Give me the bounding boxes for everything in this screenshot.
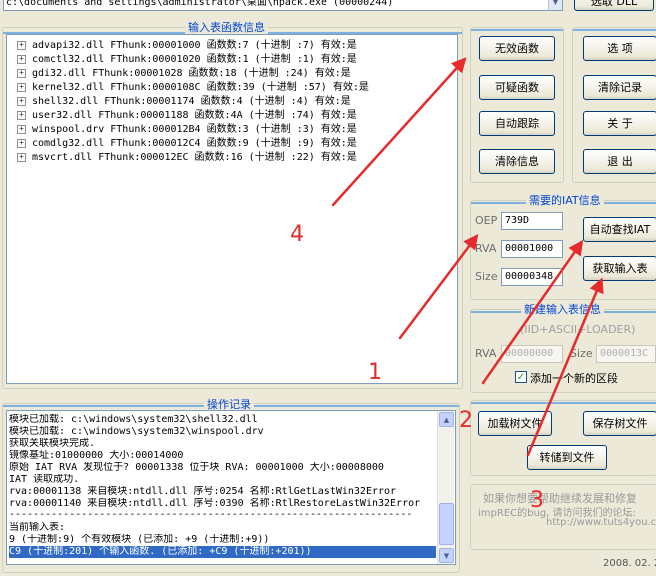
annotation-number: 3: [530, 488, 544, 513]
get-imports-button[interactable]: 获取输入表: [583, 256, 656, 281]
log-line-selected[interactable]: C9 (十进制:201) 个输入函数. (已添加: +C9 (十进制:+201)…: [9, 546, 436, 558]
expand-icon[interactable]: +: [17, 54, 26, 64]
new-rva-label: RVA: [475, 347, 497, 360]
oep-field[interactable]: 739D: [501, 212, 563, 230]
options-button[interactable]: 选 项: [583, 36, 656, 61]
about-button[interactable]: 关 于: [583, 111, 656, 136]
log-list[interactable]: 模块已加载: c:\windows\system32\shell32.dll 模…: [6, 410, 456, 565]
import-info-title: 输入表函数信息: [185, 21, 268, 34]
save-tree-button[interactable]: 保存树文件: [583, 411, 656, 436]
log-line: 模块已加载: c:\windows\system32\shell32.dll: [9, 414, 258, 425]
new-size-field[interactable]: 0000013C: [596, 345, 656, 363]
invalid-functions-button[interactable]: 无效函数: [479, 36, 555, 61]
expand-icon[interactable]: +: [17, 138, 26, 148]
iat-info-title: 需要的IAT信息: [526, 194, 604, 207]
chevron-down-icon[interactable]: ▼: [548, 0, 562, 10]
auto-trace-button[interactable]: 自动跟踪: [479, 111, 555, 136]
forum-link[interactable]: http://www.tuts4you.com: [546, 517, 656, 528]
tree-item[interactable]: + kernel32.dll FThunk:0000108C 函数数:39 (十进…: [17, 81, 369, 95]
log-line: 9 (十进制:9) 个有效模块 (已添加: +9 (十进制:+9)): [9, 534, 270, 545]
clear-log-button[interactable]: 清除记录: [583, 75, 656, 100]
annotation-number: 1: [368, 360, 382, 385]
add-section-checkbox[interactable]: ✓: [515, 371, 527, 383]
log-line: 模块已加载: c:\windows\system32\winspool.drv: [9, 426, 264, 437]
oep-label: OEP: [475, 214, 498, 227]
scroll-thumb[interactable]: [439, 503, 454, 545]
expand-icon[interactable]: +: [17, 124, 26, 134]
new-import-hint: (IID+ASCII+LOADER): [520, 323, 636, 336]
select-dll-button[interactable]: 选取 DLL: [574, 0, 654, 11]
auto-find-iat-button[interactable]: 自动查找IAT: [583, 217, 656, 242]
scroll-up-icon[interactable]: ▲: [439, 412, 454, 427]
tree-item[interactable]: + user32.dll FThunk:00001188 函数数:4A (十进制 …: [17, 109, 357, 123]
expand-icon[interactable]: +: [17, 152, 26, 162]
import-tree[interactable]: + advapi32.dll FThunk:00001000 函数数:7 (十进制…: [6, 34, 458, 384]
tree-item[interactable]: + comdlg32.dll FThunk:000012C4 函数数:9 (十进制…: [17, 137, 357, 151]
log-line: IAT 读取成功.: [9, 474, 80, 485]
process-path: c:\documents and settings\administrator\…: [6, 0, 394, 8]
expand-icon[interactable]: +: [17, 96, 26, 106]
clear-info-button[interactable]: 清除信息: [479, 149, 555, 174]
annotation-number: 2: [459, 408, 473, 433]
expand-icon[interactable]: +: [17, 68, 26, 78]
suspicious-functions-button[interactable]: 可疑函数: [479, 75, 555, 100]
log-line: 当前输入表:: [9, 522, 66, 533]
scroll-down-icon[interactable]: ▼: [439, 548, 454, 563]
expand-icon[interactable]: +: [17, 82, 26, 92]
iat-size-field[interactable]: 00000348: [501, 268, 563, 286]
tree-item[interactable]: + msvcrt.dll FThunk:000012EC 函数数:16 (十进制 …: [17, 151, 357, 165]
expand-icon[interactable]: +: [17, 110, 26, 120]
rva-label: RVA: [475, 242, 497, 255]
log-scrollbar[interactable]: ▲ ▼: [437, 411, 454, 564]
tree-item[interactable]: + advapi32.dll FThunk:00001000 函数数:7 (十进制…: [17, 39, 357, 53]
add-section-label: 添加一个新的区段: [530, 372, 618, 385]
new-import-title: 新建输入表信息: [521, 303, 604, 316]
new-size-label: Size: [570, 347, 593, 360]
new-rva-field[interactable]: 00000000: [501, 345, 563, 363]
tree-item[interactable]: + winspool.drv FThunk:000012B4 函数数:3 (十进制…: [17, 123, 357, 137]
log-line: 获取关联模块完成.: [9, 438, 96, 449]
annotation-number: 4: [290, 222, 304, 247]
iat-info-group: [470, 200, 656, 300]
log-line: 原始 IAT RVA 发现位于? 00001338 位于块 RVA: 00001…: [9, 462, 384, 473]
build-date: 2008. 02. 2: [603, 558, 656, 569]
load-tree-button[interactable]: 加载树文件: [478, 411, 552, 436]
tree-item[interactable]: + gdi32.dll FThunk:00001028 函数数:18 (十进制 :…: [17, 67, 351, 81]
size-label: Size: [475, 270, 498, 283]
tree-item[interactable]: + comctl32.dll FThunk:00001020 函数数:1 (十进制…: [17, 53, 357, 67]
dump-to-file-button[interactable]: 转储到文件: [527, 445, 607, 470]
expand-icon[interactable]: +: [17, 40, 26, 50]
log-line: 镜像基址:01000000 大小:00014000: [9, 450, 184, 461]
log-line: rva:00001138 来自模块:ntdll.dll 序号:0254 名称:R…: [9, 486, 397, 497]
log-separator: ----------------------------------------…: [9, 509, 413, 520]
iat-rva-field[interactable]: 00001000: [501, 240, 563, 258]
tree-item[interactable]: + shell32.dll FThunk:00001174 函数数:4 (十进制 …: [17, 95, 351, 109]
exit-button[interactable]: 退 出: [583, 149, 656, 174]
